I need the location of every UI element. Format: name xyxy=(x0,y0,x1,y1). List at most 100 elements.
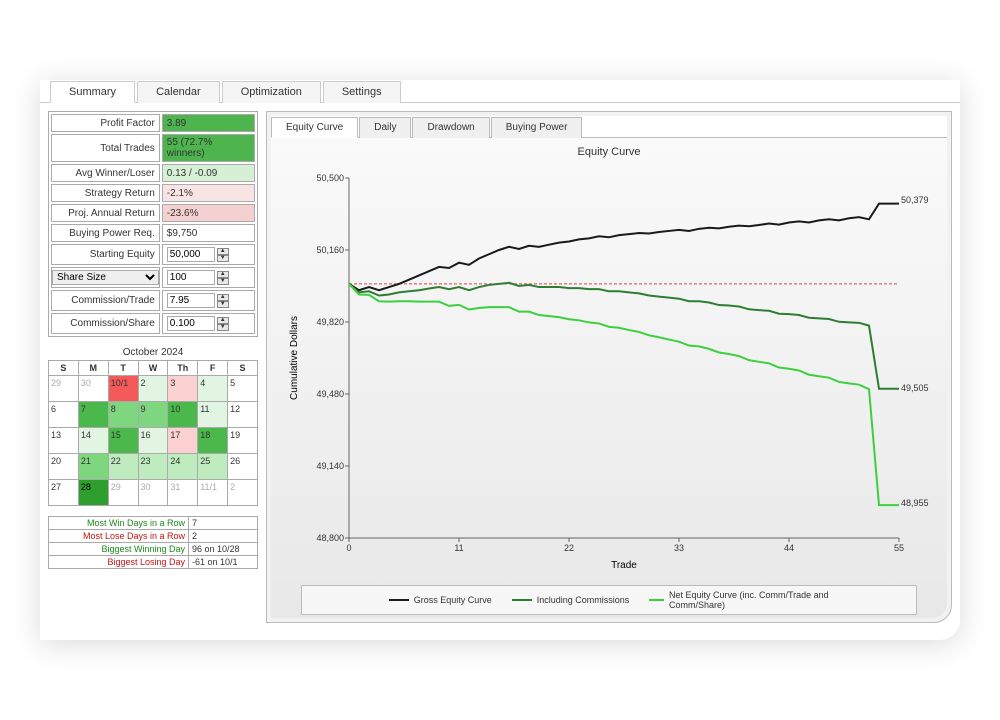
spin-up-icon[interactable]: ▲ xyxy=(217,248,229,255)
cal-day[interactable]: 20 xyxy=(49,454,79,480)
cal-day[interactable]: 7 xyxy=(78,402,108,428)
tab-daily[interactable]: Daily xyxy=(359,117,411,138)
cal-day[interactable]: 30 xyxy=(78,376,108,402)
avg-wl-value: 0.13 / -0.09 xyxy=(162,164,255,182)
cal-day[interactable]: 5 xyxy=(228,376,258,402)
spin-down-icon[interactable]: ▼ xyxy=(217,301,229,308)
inner-tabstrip: Equity Curve Daily Drawdown Buying Power xyxy=(271,116,947,138)
cal-day[interactable]: 18 xyxy=(198,428,228,454)
share-size-input[interactable] xyxy=(167,270,215,285)
win-row-value: 7 xyxy=(189,517,258,530)
cal-day[interactable]: 2 xyxy=(138,376,168,402)
starting-equity-input[interactable] xyxy=(167,247,215,262)
cal-day[interactable]: 23 xyxy=(138,454,168,480)
cal-day[interactable]: 29 xyxy=(49,376,79,402)
spin-down-icon[interactable]: ▼ xyxy=(217,324,229,331)
cal-day[interactable]: 9 xyxy=(138,402,168,428)
spin-up-icon[interactable]: ▲ xyxy=(217,271,229,278)
win-row-label: Most Win Days in a Row xyxy=(49,517,189,530)
cal-day[interactable]: 3 xyxy=(168,376,198,402)
cal-day[interactable]: 30 xyxy=(138,480,168,506)
svg-text:49,505: 49,505 xyxy=(901,383,929,393)
main-tabstrip: Summary Calendar Optimization Settings xyxy=(40,80,960,103)
svg-text:33: 33 xyxy=(674,543,684,553)
chart-area: Equity Curve 48,800 49,140 49,480 49,820… xyxy=(271,138,947,618)
legend-label: Net Equity Curve (inc. Comm/Trade and Co… xyxy=(669,590,829,610)
calendar-grid: S M T W Th F S 29 30 10/1 2 3 4 5 6 7 8 … xyxy=(48,360,258,506)
svg-text:50,379: 50,379 xyxy=(901,195,929,205)
svg-text:50,500: 50,500 xyxy=(316,173,344,183)
cal-day[interactable]: 11 xyxy=(198,402,228,428)
cal-day[interactable]: 10/1 xyxy=(108,376,138,402)
spin-down-icon[interactable]: ▼ xyxy=(217,255,229,262)
svg-text:44: 44 xyxy=(784,543,794,553)
svg-text:50,160: 50,160 xyxy=(316,245,344,255)
avg-wl-label: Avg Winner/Loser xyxy=(51,164,160,182)
big-win-label: Biggest Winning Day xyxy=(49,543,189,556)
comm-trade-label: Commission/Trade xyxy=(51,290,160,311)
proj-return-label: Proj. Annual Return xyxy=(51,204,160,222)
cal-day[interactable]: 10 xyxy=(168,402,198,428)
cal-header: S xyxy=(228,361,258,376)
cal-day[interactable]: 22 xyxy=(108,454,138,480)
svg-text:55: 55 xyxy=(894,543,904,553)
comm-share-input[interactable] xyxy=(167,316,215,331)
start-eq-label: Starting Equity xyxy=(51,244,160,265)
big-lose-value: -61 on 10/1 xyxy=(189,556,258,569)
legend-label: Including Commissions xyxy=(537,595,630,605)
cal-day[interactable]: 11/1 xyxy=(198,480,228,506)
cal-day[interactable]: 17 xyxy=(168,428,198,454)
y-axis-label: Cumulative Dollars xyxy=(289,316,300,400)
cal-day[interactable]: 19 xyxy=(228,428,258,454)
total-trades-label: Total Trades xyxy=(51,134,160,162)
cal-day[interactable]: 16 xyxy=(138,428,168,454)
tab-summary[interactable]: Summary xyxy=(50,81,135,103)
lose-row-value: 2 xyxy=(189,530,258,543)
legend-label: Gross Equity Curve xyxy=(414,595,492,605)
cal-day[interactable]: 29 xyxy=(108,480,138,506)
calendar-title: October 2024 xyxy=(48,347,258,358)
tab-buying-power[interactable]: Buying Power xyxy=(491,117,583,138)
svg-text:22: 22 xyxy=(564,543,574,553)
big-lose-label: Biggest Losing Day xyxy=(49,556,189,569)
cal-day[interactable]: 6 xyxy=(49,402,79,428)
cal-day[interactable]: 28 xyxy=(78,480,108,506)
cal-day[interactable]: 26 xyxy=(228,454,258,480)
comm-share-label: Commission/Share xyxy=(51,313,160,334)
strategy-return-label: Strategy Return xyxy=(51,184,160,202)
comm-trade-input[interactable] xyxy=(167,293,215,308)
equity-curve-chart: 48,800 49,140 49,480 49,820 50,160 50,50… xyxy=(271,158,947,578)
spin-down-icon[interactable]: ▼ xyxy=(217,278,229,285)
cal-day[interactable]: 14 xyxy=(78,428,108,454)
cal-day[interactable]: 25 xyxy=(198,454,228,480)
cal-day[interactable]: 12 xyxy=(228,402,258,428)
tab-calendar[interactable]: Calendar xyxy=(137,81,220,103)
cal-header: F xyxy=(198,361,228,376)
big-win-value: 96 on 10/28 xyxy=(189,543,258,556)
spin-up-icon[interactable]: ▲ xyxy=(217,294,229,301)
cal-day[interactable]: 24 xyxy=(168,454,198,480)
spin-up-icon[interactable]: ▲ xyxy=(217,317,229,324)
tab-optimization[interactable]: Optimization xyxy=(222,81,321,103)
cal-day[interactable]: 31 xyxy=(168,480,198,506)
cal-header: W xyxy=(138,361,168,376)
svg-text:48,800: 48,800 xyxy=(316,533,344,543)
svg-text:0: 0 xyxy=(346,543,351,553)
cal-day[interactable]: 2 xyxy=(228,480,258,506)
svg-text:49,480: 49,480 xyxy=(316,389,344,399)
cal-day[interactable]: 4 xyxy=(198,376,228,402)
share-size-select[interactable]: Share Size xyxy=(52,270,159,285)
tab-drawdown[interactable]: Drawdown xyxy=(412,117,489,138)
cal-day[interactable]: 15 xyxy=(108,428,138,454)
bp-req-label: Buying Power Req. xyxy=(51,224,160,242)
tab-settings[interactable]: Settings xyxy=(323,81,401,103)
cal-day[interactable]: 13 xyxy=(49,428,79,454)
cal-day[interactable]: 27 xyxy=(49,480,79,506)
cal-header: T xyxy=(108,361,138,376)
cal-day[interactable]: 8 xyxy=(108,402,138,428)
cal-day[interactable]: 21 xyxy=(78,454,108,480)
chart-legend: Gross Equity Curve Including Commissions… xyxy=(301,585,917,615)
streaks-table: Most Win Days in a Row7 Most Lose Days i… xyxy=(48,516,258,569)
tab-equity-curve[interactable]: Equity Curve xyxy=(271,117,358,138)
svg-text:49,140: 49,140 xyxy=(316,461,344,471)
